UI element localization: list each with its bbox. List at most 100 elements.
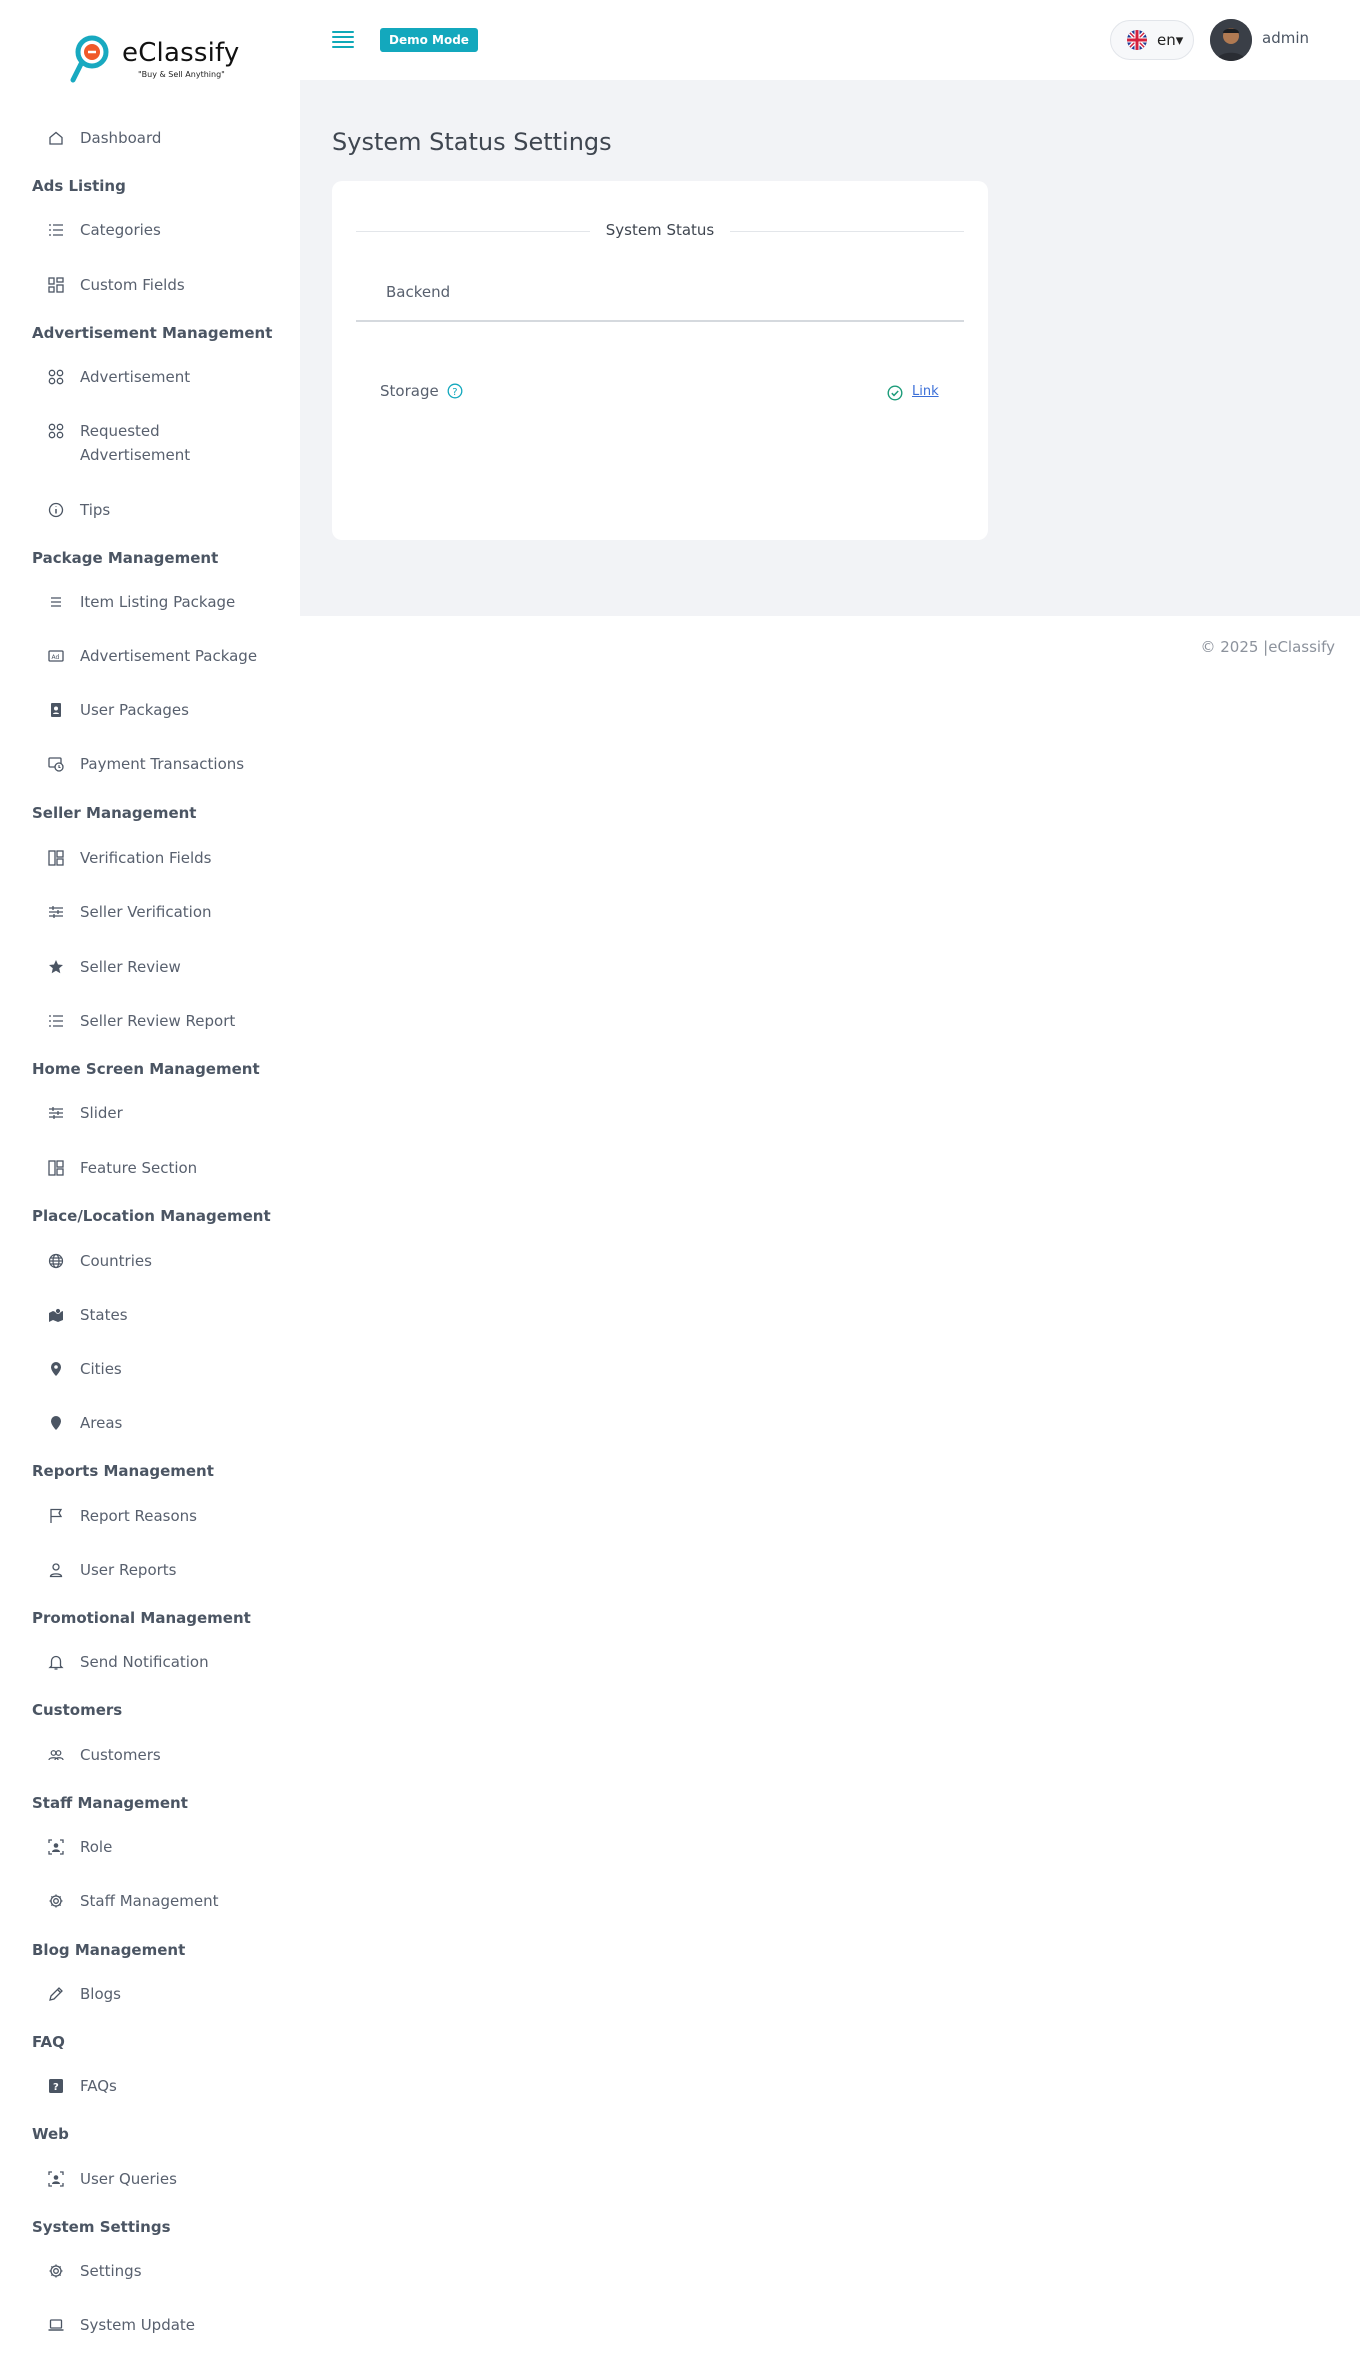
sidebar-item-advertisement[interactable]: Advertisement xyxy=(48,366,190,388)
sidebar-item-label: Countries xyxy=(80,1252,152,1270)
sidebar-item-custom-fields[interactable]: Custom Fields xyxy=(48,274,185,296)
sidebar-item-label: Blogs xyxy=(80,1985,121,2003)
page-title: System Status Settings xyxy=(332,128,612,156)
section-title: System Status xyxy=(605,221,715,239)
layout-icon xyxy=(48,850,64,866)
sidebar-item-slider[interactable]: Slider xyxy=(48,1102,123,1124)
sidebar-item-faqs[interactable]: ? FAQs xyxy=(48,2075,117,2097)
sidebar-item-label: Advertisement xyxy=(80,368,191,386)
sidebar-heading-home-screen-management: Home Screen Management xyxy=(32,1060,260,1078)
sidebar-item-label: Requested Advertisement xyxy=(80,422,191,464)
sidebar-item-label: Advertisement Package xyxy=(80,647,258,665)
sidebar-heading-customers: Customers xyxy=(32,1701,123,1719)
storage-link[interactable]: Link xyxy=(912,384,939,399)
sidebar-item-advertisement-package[interactable]: Ad Advertisement Package xyxy=(48,645,257,667)
sidebar-item-payment-transactions[interactable]: Payment Transactions xyxy=(48,753,244,775)
grid-icon xyxy=(48,277,64,293)
sidebar-heading-system-settings: System Settings xyxy=(32,2218,171,2236)
sidebar-item-label: FAQs xyxy=(80,2077,117,2095)
sidebar-item-tips[interactable]: Tips xyxy=(48,499,110,521)
home-icon xyxy=(48,130,64,146)
sidebar-item-system-update[interactable]: System Update xyxy=(48,2314,195,2336)
sidebar-item-staff-management[interactable]: Staff Management xyxy=(48,1890,219,1912)
brand-tagline: "Buy & Sell Anything" xyxy=(138,70,225,79)
sidebar-heading-advertisement-management: Advertisement Management xyxy=(32,324,273,342)
sidebar-item-dashboard[interactable]: Dashboard xyxy=(48,127,161,149)
sidebar-item-label: Customers xyxy=(80,1746,161,1764)
layout-icon xyxy=(48,1160,64,1176)
section-divider: System Status xyxy=(356,221,964,241)
svg-text:?: ? xyxy=(452,387,457,398)
user-name[interactable]: admin xyxy=(1262,29,1309,47)
users-icon xyxy=(48,1747,64,1763)
sidebar-item-label: Tips xyxy=(80,501,111,519)
tab-underline xyxy=(356,320,964,322)
map-pin-icon xyxy=(48,1361,64,1377)
flag-icon xyxy=(48,1508,64,1524)
language-label: en▾ xyxy=(1157,31,1184,49)
sidebar-item-label: Seller Verification xyxy=(80,903,212,921)
sidebar-heading-ads-listing: Ads Listing xyxy=(32,177,126,195)
sidebar-item-label: Role xyxy=(80,1838,113,1856)
sidebar-item-user-reports[interactable]: User Reports xyxy=(48,1559,177,1581)
avatar[interactable] xyxy=(1210,19,1252,61)
sidebar-item-settings[interactable]: Settings xyxy=(48,2260,142,2282)
brand-logo[interactable]: eClassify "Buy & Sell Anything" xyxy=(70,32,250,88)
sidebar-heading-reports-management: Reports Management xyxy=(32,1462,214,1480)
sidebar-item-states[interactable]: States xyxy=(48,1304,128,1326)
sidebar-item-blogs[interactable]: Blogs xyxy=(48,1983,121,2005)
menu-toggle-icon[interactable] xyxy=(332,31,354,49)
sidebar-item-label: User Queries xyxy=(80,2170,177,2188)
sliders-icon xyxy=(48,904,64,920)
footer-copyright: © 2025 |eClassify xyxy=(1200,638,1335,656)
sidebar-item-cities[interactable]: Cities xyxy=(48,1358,122,1380)
sidebar-item-send-notification[interactable]: Send Notification xyxy=(48,1651,209,1673)
uk-flag-icon xyxy=(1127,30,1147,50)
topbar: Demo Mode en▾ admin xyxy=(300,0,1360,80)
sidebar-item-label: Payment Transactions xyxy=(80,755,245,773)
sidebar-heading-promotional-management: Promotional Management xyxy=(32,1609,251,1627)
ad-icon: Ad xyxy=(48,648,64,664)
user-avatar-icon xyxy=(1210,19,1252,61)
sidebar-item-verification-fields[interactable]: Verification Fields xyxy=(48,847,211,869)
tab-backend[interactable]: Backend xyxy=(386,283,450,301)
sidebar-item-item-listing-package[interactable]: Item Listing Package xyxy=(48,591,235,613)
sidebar-item-label: User Packages xyxy=(80,701,189,719)
sidebar-item-feature-section[interactable]: Feature Section xyxy=(48,1157,197,1179)
menu-icon xyxy=(48,594,64,610)
sidebar-item-label: Settings xyxy=(80,2262,142,2280)
language-selector[interactable]: en▾ xyxy=(1110,20,1194,60)
sidebar-item-report-reasons[interactable]: Report Reasons xyxy=(48,1505,197,1527)
sidebar-item-areas[interactable]: Areas xyxy=(48,1412,122,1434)
sidebar-item-label: Categories xyxy=(80,221,161,239)
globe-icon xyxy=(48,1253,64,1269)
user-frame-icon xyxy=(48,2171,64,2187)
sidebar-item-role[interactable]: Role xyxy=(48,1836,112,1858)
user-frame-icon xyxy=(48,1839,64,1855)
sidebar-item-label: Custom Fields xyxy=(80,276,185,294)
gear-icon xyxy=(48,1893,64,1909)
sidebar-item-user-queries[interactable]: User Queries xyxy=(48,2168,177,2190)
svg-text:?: ? xyxy=(53,2082,59,2093)
sidebar-item-countries[interactable]: Countries xyxy=(48,1250,152,1272)
sidebar-item-label: Areas xyxy=(80,1414,123,1432)
system-status-card: System Status Backend Storage ? Link xyxy=(332,181,988,540)
bell-icon xyxy=(48,1654,64,1670)
sidebar-item-categories[interactable]: Categories xyxy=(48,219,161,241)
location-icon xyxy=(48,1415,64,1431)
help-icon[interactable]: ? xyxy=(447,383,463,399)
sidebar-item-label: Seller Review xyxy=(80,958,181,976)
sidebar-item-customers[interactable]: Customers xyxy=(48,1744,161,1766)
star-icon xyxy=(48,959,64,975)
sidebar-item-seller-verification[interactable]: Seller Verification xyxy=(48,901,212,923)
sidebar-item-user-packages[interactable]: User Packages xyxy=(48,699,189,721)
sidebar-item-seller-review[interactable]: Seller Review xyxy=(48,956,181,978)
sidebar-heading-place-location-management: Place/Location Management xyxy=(32,1207,271,1225)
sidebar-item-seller-review-report[interactable]: Seller Review Report xyxy=(48,1010,235,1032)
sidebar-item-label: Send Notification xyxy=(80,1653,209,1671)
sidebar-item-label: Verification Fields xyxy=(80,849,212,867)
sidebar-item-requested-advertisement[interactable]: Requested Advertisement xyxy=(48,419,200,467)
sidebar-heading-package-management: Package Management xyxy=(32,549,219,567)
sidebar-item-label: Item Listing Package xyxy=(80,593,236,611)
list-icon xyxy=(48,222,64,238)
